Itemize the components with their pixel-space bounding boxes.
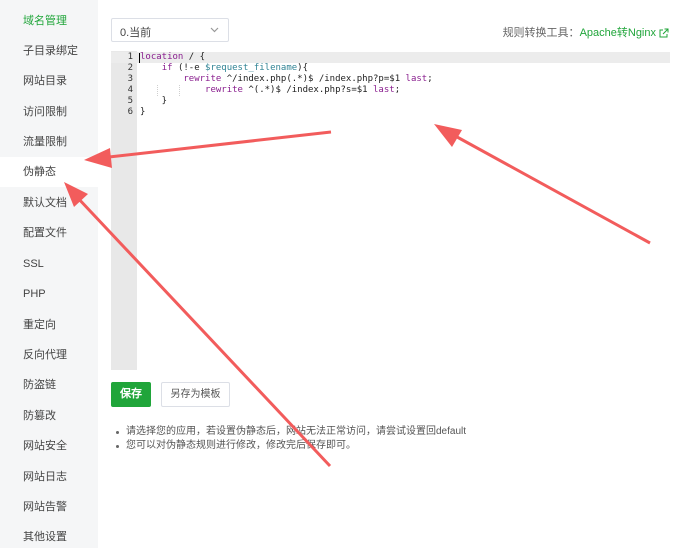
sidebar-item-traffic-limit[interactable]: 流量限制 [0, 127, 98, 157]
code-line: } [140, 107, 146, 117]
rewrite-code-editor[interactable]: 1 2 3 4 5 6 location / { if (!-e $reques… [111, 51, 670, 370]
code-line: rewrite ^(.*)$ /index.php?s=$1 last; [205, 85, 401, 95]
rule-convert-label: 规则转换工具： [502, 27, 580, 39]
line-number: 6 [127, 107, 133, 117]
sidebar-item-reverse-proxy[interactable]: 反向代理 [0, 340, 98, 370]
sidebar-item-redirect[interactable]: 重定向 [0, 310, 98, 340]
code-line: rewrite ^/index.php(.*)$ /index.php?p=$1… [183, 74, 433, 84]
code-line: location / { [140, 52, 206, 62]
sidebar-item-access-limit[interactable]: 访问限制 [0, 97, 98, 127]
sidebar-item-site-alert[interactable]: 网站告警 [0, 492, 98, 522]
rule-convert-tools: 规则转换工具：Apache转Nginx [503, 24, 669, 41]
chevron-down-icon [209, 24, 220, 38]
save-as-template-button[interactable]: 另存为模板 [161, 382, 230, 407]
sidebar-item-rewrite[interactable]: 伪静态 [0, 157, 98, 187]
line-number: 4 [127, 85, 133, 95]
line-number: 2 [127, 63, 133, 73]
sidebar-item-php[interactable]: PHP [0, 279, 98, 309]
sidebar-item-subdir[interactable]: 子目录绑定 [0, 36, 98, 66]
rewrite-template-select[interactable]: 0.当前 [111, 18, 229, 42]
sidebar-item-ssl[interactable]: SSL [0, 249, 98, 279]
code-line: if (!-e $request_filename){ [161, 63, 309, 73]
line-number: 3 [127, 74, 133, 84]
tip-item: 请选择您的应用，若设置伪静态后，网站无法正常访问，请尝试设置回default [116, 425, 466, 439]
sidebar: 域名管理 子目录绑定 网站目录 访问限制 流量限制 伪静态 默认文档 配置文件 … [0, 0, 98, 548]
sidebar-item-site-security[interactable]: 网站安全 [0, 431, 98, 461]
external-link-icon[interactable] [659, 28, 669, 41]
sidebar-item-config-file[interactable]: 配置文件 [0, 218, 98, 248]
code-line: } [140, 96, 168, 106]
line-number: 1 [127, 52, 133, 62]
tip-item: 您可以对伪静态规则进行修改，修改完后保存即可。 [116, 439, 466, 453]
save-button[interactable]: 保存 [111, 382, 151, 407]
tips-list: 请选择您的应用，若设置伪静态后，网站无法正常访问，请尝试设置回default 您… [116, 425, 466, 453]
sidebar-item-tamper-proof[interactable]: 防篡改 [0, 401, 98, 431]
sidebar-item-default-doc[interactable]: 默认文档 [0, 188, 98, 218]
sidebar-item-site-log[interactable]: 网站日志 [0, 462, 98, 492]
sidebar-item-domain[interactable]: 域名管理 [0, 6, 98, 36]
text-cursor [139, 53, 140, 63]
apache-to-nginx-link[interactable]: Apache转Nginx [580, 27, 656, 39]
select-value: 0.当前 [120, 27, 152, 39]
line-number: 5 [127, 96, 133, 106]
sidebar-item-site-dir[interactable]: 网站目录 [0, 66, 98, 96]
sidebar-item-hotlink[interactable]: 防盗链 [0, 370, 98, 400]
